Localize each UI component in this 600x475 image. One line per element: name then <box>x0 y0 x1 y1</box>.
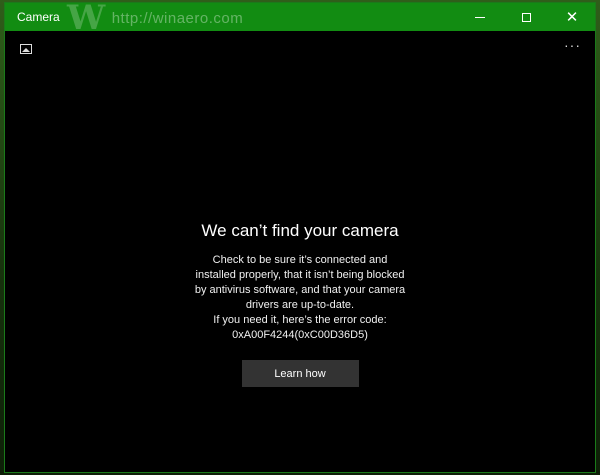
error-heading: We can’t find your camera <box>201 221 399 240</box>
watermark-logo: W <box>67 0 106 38</box>
minimize-button[interactable] <box>457 3 503 31</box>
camera-window: Camera W http://winaero.com ✕ ··· We can… <box>4 1 596 473</box>
learn-how-button[interactable]: Learn how <box>241 360 359 387</box>
title-bar[interactable]: Camera W http://winaero.com ✕ <box>5 1 595 35</box>
more-options-icon[interactable]: ··· <box>564 37 581 53</box>
watermark: W http://winaero.com <box>67 1 244 35</box>
error-line: Check to be sure it’s connected and <box>212 254 388 266</box>
watermark-text: http://winaero.com <box>111 9 244 27</box>
maximize-button[interactable] <box>503 3 549 31</box>
error-message: Check to be sure it’s connected and inst… <box>5 253 595 343</box>
error-line: drivers are up-to-date. <box>245 299 355 311</box>
error-line: installed properly, that it isn’t being … <box>195 269 405 281</box>
error-line: If you need it, here’s the error code: <box>213 314 387 326</box>
error-code: 0xA00F4244(0xC00D36D5) <box>232 329 368 341</box>
minimize-icon <box>475 16 485 18</box>
error-line: by antivirus software, and that your cam… <box>194 284 406 296</box>
maximize-icon <box>521 12 531 22</box>
camera-toolbar: ··· <box>5 31 595 67</box>
close-icon: ✕ <box>565 8 579 26</box>
photo-gallery-icon[interactable] <box>20 44 32 54</box>
close-button[interactable]: ✕ <box>549 3 595 31</box>
error-panel: We can’t find your camera Check to be su… <box>5 221 595 387</box>
